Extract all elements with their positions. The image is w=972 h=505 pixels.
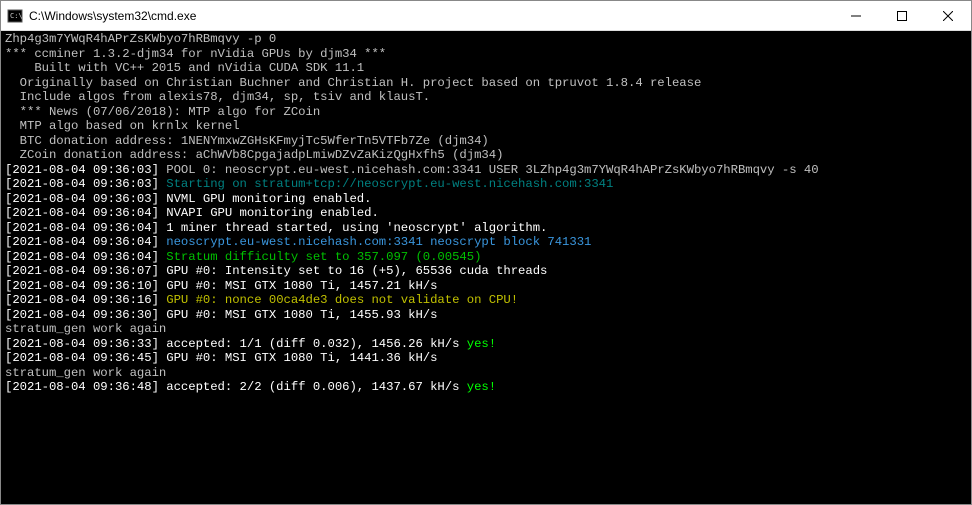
close-button[interactable]	[925, 1, 971, 31]
terminal-text: [2021-08-04 09:36:33] accepted: 1/1 (dif…	[5, 337, 467, 351]
terminal-line: Zhp4g3m7YWqR4hAPrZsKWbyo7hRBmqvy -p 0	[5, 32, 967, 47]
cmd-window: C:\ C:\Windows\system32\cmd.exe Zhp4g3m7…	[0, 0, 972, 505]
terminal-text: Stratum difficulty set to 357.097 (0.005…	[166, 250, 481, 264]
terminal-line: [2021-08-04 09:36:03] Starting on stratu…	[5, 177, 967, 192]
terminal-line: [2021-08-04 09:36:33] accepted: 1/1 (dif…	[5, 337, 967, 352]
terminal-text: [2021-08-04 09:36:16]	[5, 293, 166, 307]
terminal-text: MTP algo based on krnlx kernel	[5, 119, 240, 133]
cmd-icon: C:\	[7, 8, 23, 24]
terminal-line: Originally based on Christian Buchner an…	[5, 76, 967, 91]
terminal-text: BTC donation address: 1NENYmxwZGHsKFmyjT…	[5, 134, 489, 148]
terminal-text: stratum_gen work again	[5, 322, 166, 336]
terminal-text: [2021-08-04 09:36:04] 1 miner thread sta…	[5, 221, 547, 235]
terminal-text: [2021-08-04 09:36:04]	[5, 235, 166, 249]
terminal-line: [2021-08-04 09:36:10] GPU #0: MSI GTX 10…	[5, 279, 967, 294]
terminal-line: [2021-08-04 09:36:45] GPU #0: MSI GTX 10…	[5, 351, 967, 366]
terminal-text: GPU #0: nonce 00ca4de3 does not validate…	[166, 293, 518, 307]
terminal-line: [2021-08-04 09:36:04] Stratum difficulty…	[5, 250, 967, 265]
terminal-text: [2021-08-04 09:36:10] GPU #0: MSI GTX 10…	[5, 279, 437, 293]
minimize-button[interactable]	[833, 1, 879, 31]
terminal-text: *** News (07/06/2018): MTP algo for ZCoi…	[5, 105, 320, 119]
terminal-text: stratum_gen work again	[5, 366, 166, 380]
terminal-text: [2021-08-04 09:36:45] GPU #0: MSI GTX 10…	[5, 351, 437, 365]
svg-text:C:\: C:\	[10, 12, 23, 20]
terminal-text: Zhp4g3m7YWqR4hAPrZsKWbyo7hRBmqvy -p 0	[5, 32, 276, 46]
terminal-text: yes!	[467, 380, 496, 394]
terminal-line: *** ccminer 1.3.2-djm34 for nVidia GPUs …	[5, 47, 967, 62]
window-title: C:\Windows\system32\cmd.exe	[29, 9, 833, 23]
terminal-text: yes!	[467, 337, 496, 351]
terminal-line: [2021-08-04 09:36:04] NVAPI GPU monitori…	[5, 206, 967, 221]
terminal-line: [2021-08-04 09:36:03] POOL 0: neoscrypt.…	[5, 163, 967, 178]
terminal-text: [2021-08-04 09:36:48] accepted: 2/2 (dif…	[5, 380, 467, 394]
terminal-line: [2021-08-04 09:36:03] NVML GPU monitorin…	[5, 192, 967, 207]
terminal-line: [2021-08-04 09:36:04] neoscrypt.eu-west.…	[5, 235, 967, 250]
terminal-text: [2021-08-04 09:36:03]	[5, 163, 166, 177]
terminal-line: BTC donation address: 1NENYmxwZGHsKFmyjT…	[5, 134, 967, 149]
window-buttons	[833, 1, 971, 30]
terminal-text: Built with VC++ 2015 and nVidia CUDA SDK…	[5, 61, 364, 75]
terminal-text: Include algos from alexis78, djm34, sp, …	[5, 90, 430, 104]
titlebar[interactable]: C:\ C:\Windows\system32\cmd.exe	[1, 1, 971, 31]
terminal-line: Include algos from alexis78, djm34, sp, …	[5, 90, 967, 105]
terminal-text: [2021-08-04 09:36:03] NVML GPU monitorin…	[5, 192, 371, 206]
terminal-text: *** ccminer 1.3.2-djm34 for nVidia GPUs …	[5, 47, 386, 61]
terminal-line: [2021-08-04 09:36:16] GPU #0: nonce 00ca…	[5, 293, 967, 308]
maximize-button[interactable]	[879, 1, 925, 31]
terminal-text: Starting on stratum+tcp://neoscrypt.eu-w…	[166, 177, 613, 191]
terminal-line: [2021-08-04 09:36:48] accepted: 2/2 (dif…	[5, 380, 967, 395]
terminal-line: stratum_gen work again	[5, 322, 967, 337]
terminal-text: ZCoin donation address: aChWVb8CpgajadpL…	[5, 148, 503, 162]
terminal-text: neoscrypt.eu-west.nicehash.com:3341 neos…	[166, 235, 591, 249]
terminal-line: [2021-08-04 09:36:30] GPU #0: MSI GTX 10…	[5, 308, 967, 323]
terminal-text: [2021-08-04 09:36:04]	[5, 250, 166, 264]
terminal-text: [2021-08-04 09:36:30] GPU #0: MSI GTX 10…	[5, 308, 437, 322]
terminal-text: [2021-08-04 09:36:04] NVAPI GPU monitori…	[5, 206, 379, 220]
terminal-text: Originally based on Christian Buchner an…	[5, 76, 701, 90]
terminal-text: POOL 0: neoscrypt.eu-west.nicehash.com:3…	[166, 163, 818, 177]
terminal-line: stratum_gen work again	[5, 366, 967, 381]
terminal-line: *** News (07/06/2018): MTP algo for ZCoi…	[5, 105, 967, 120]
terminal-line: Built with VC++ 2015 and nVidia CUDA SDK…	[5, 61, 967, 76]
terminal-line: ZCoin donation address: aChWVb8CpgajadpL…	[5, 148, 967, 163]
terminal-line: [2021-08-04 09:36:04] 1 miner thread sta…	[5, 221, 967, 236]
terminal-text: [2021-08-04 09:36:07] GPU #0: Intensity …	[5, 264, 547, 278]
terminal-line: MTP algo based on krnlx kernel	[5, 119, 967, 134]
terminal-line: [2021-08-04 09:36:07] GPU #0: Intensity …	[5, 264, 967, 279]
terminal-output[interactable]: Zhp4g3m7YWqR4hAPrZsKWbyo7hRBmqvy -p 0***…	[1, 31, 971, 504]
terminal-text: [2021-08-04 09:36:03]	[5, 177, 166, 191]
